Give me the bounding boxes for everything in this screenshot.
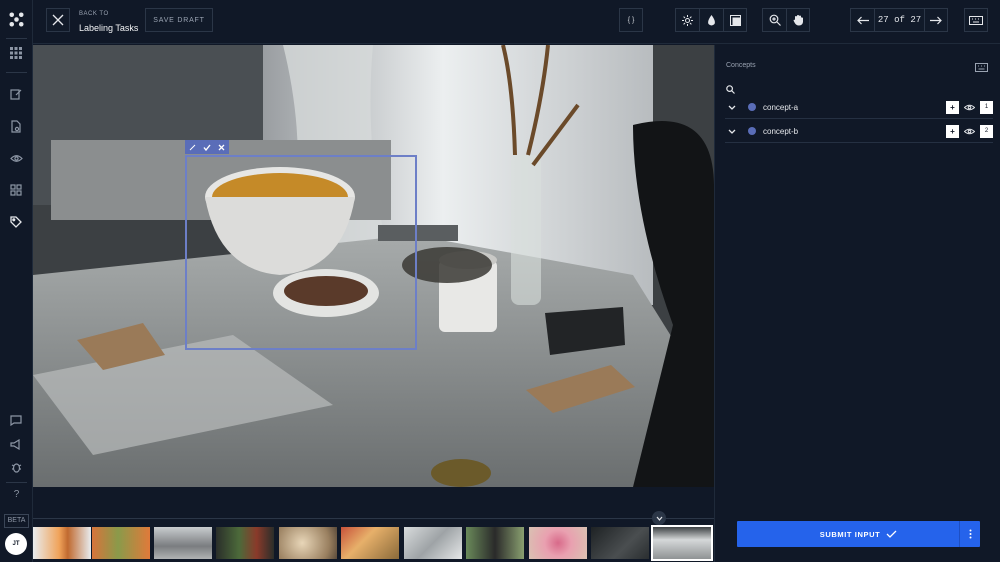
submit-label: SUBMIT INPUT — [819, 529, 881, 539]
chevron-down-icon[interactable] — [725, 105, 739, 110]
chat-icon[interactable] — [8, 412, 24, 428]
apps-grid-icon[interactable] — [8, 45, 24, 61]
megaphone-icon[interactable] — [8, 436, 24, 452]
beta-badge: BETA — [4, 514, 29, 528]
concept-row[interactable]: concept-a + 1 — [725, 96, 993, 119]
save-draft-button[interactable]: SAVE DRAFT — [145, 8, 213, 32]
check-icon — [886, 530, 897, 538]
concept-shortcut-key[interactable]: 2 — [980, 124, 993, 138]
bbox-toolbar — [185, 140, 229, 154]
concept-color-dot — [748, 103, 756, 111]
check-icon[interactable] — [203, 144, 211, 151]
thumbnail-current[interactable] — [651, 525, 713, 561]
close-icon[interactable] — [218, 144, 225, 151]
eye-icon[interactable] — [8, 150, 24, 166]
back-to-link[interactable]: Labeling Tasks — [79, 23, 138, 33]
keyboard-icon[interactable] — [975, 59, 988, 77]
concept-row[interactable]: concept-b + 2 — [725, 120, 993, 143]
pagination-group: 27 of 27 — [850, 8, 948, 32]
avatar[interactable]: JT — [5, 533, 27, 555]
canvas-footer — [33, 487, 714, 518]
rail-divider — [6, 72, 27, 73]
more-vertical-icon — [969, 529, 971, 539]
back-to-label: BACK TO — [79, 11, 109, 17]
rail-divider — [6, 482, 27, 483]
concept-shortcut-key[interactable]: 1 — [980, 100, 993, 114]
page-indicator: 27 of 27 — [875, 9, 925, 31]
thumbnail-dark-room[interactable] — [591, 527, 649, 559]
thumbnail-street[interactable] — [216, 527, 274, 559]
search-icon[interactable] — [726, 81, 738, 94]
pan-hand-icon[interactable] — [787, 9, 809, 31]
page-separator: of — [894, 15, 905, 25]
add-concept-button[interactable]: + — [946, 100, 959, 114]
chevron-down-icon[interactable] — [652, 511, 666, 525]
next-arrow-icon[interactable] — [925, 9, 947, 31]
page-current: 27 — [877, 15, 889, 25]
thumbnail-car-silver[interactable] — [154, 527, 212, 559]
previous-arrow-icon[interactable] — [851, 9, 875, 31]
contrast-icon[interactable] — [724, 9, 746, 31]
thumbnail-car-orange[interactable] — [33, 527, 91, 559]
thumbnail-table-food[interactable] — [279, 527, 337, 559]
app-logo-icon[interactable] — [7, 10, 26, 29]
thumbnail-phone[interactable] — [404, 527, 462, 559]
tag-icon[interactable] — [8, 214, 24, 230]
chevron-down-icon[interactable] — [725, 129, 739, 134]
zoom-in-icon[interactable] — [763, 9, 787, 31]
image-canvas[interactable] — [33, 45, 714, 487]
top-bar: BACK TO Labeling Tasks SAVE DRAFT { } 27… — [33, 0, 1000, 44]
keyboard-shortcuts-button[interactable] — [964, 8, 988, 32]
edit-icon[interactable] — [8, 86, 24, 102]
bounding-box-annotation[interactable] — [185, 155, 417, 350]
image-adjust-group — [675, 8, 747, 32]
add-concept-button[interactable]: + — [946, 124, 959, 138]
keyboard-icon — [969, 16, 983, 25]
labeling-app: ? BETA JT BACK TO Labeling Tasks SAVE DR… — [0, 0, 1000, 562]
page-total: 27 — [910, 15, 922, 25]
bug-icon[interactable] — [8, 459, 24, 475]
help-button[interactable]: ? — [6, 489, 27, 505]
filmstrip — [33, 511, 714, 562]
thumbnail-person[interactable] — [466, 527, 524, 559]
panel-title: Concepts — [726, 62, 756, 69]
brightness-icon[interactable] — [676, 9, 700, 31]
eye-icon[interactable] — [963, 101, 976, 114]
close-icon — [52, 14, 64, 26]
rail-divider — [6, 38, 27, 39]
view-tools-group — [762, 8, 810, 32]
thumbnail-hotdogs[interactable] — [341, 527, 399, 559]
thumbnail-food-wrap[interactable] — [92, 527, 150, 559]
concept-color-dot — [748, 127, 756, 135]
concept-name: concept-b — [763, 126, 799, 136]
document-search-icon[interactable] — [8, 118, 24, 134]
thumbnail-flowers[interactable] — [529, 527, 587, 559]
json-view-button[interactable]: { } — [619, 8, 643, 32]
saturation-drop-icon[interactable] — [700, 9, 724, 31]
edit-icon[interactable] — [189, 144, 196, 151]
modules-icon[interactable] — [8, 182, 24, 198]
left-rail: ? BETA JT — [0, 0, 33, 562]
close-button[interactable] — [46, 8, 70, 32]
concepts-panel: Concepts concept-a + 1 concept-b + 2 SUB… — [714, 45, 1000, 562]
eye-icon[interactable] — [963, 125, 976, 138]
concept-name: concept-a — [763, 102, 799, 112]
more-options-button[interactable] — [959, 521, 980, 547]
submit-input-button[interactable]: SUBMIT INPUT — [737, 521, 980, 547]
